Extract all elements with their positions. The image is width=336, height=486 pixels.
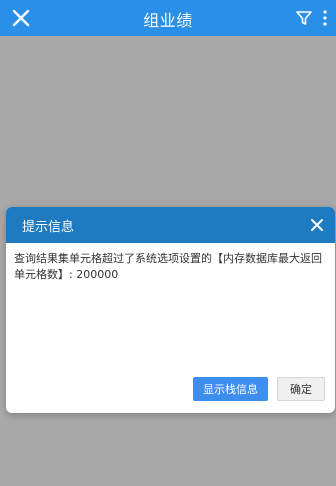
dialog-close-icon[interactable] [309, 217, 325, 233]
show-stack-info-button[interactable]: 显示栈信息 [193, 377, 268, 401]
app-root: 组业绩 提示信息 查询结果集单元格超过了系统选项设置的【内存数据库最大返回单元格… [0, 0, 336, 486]
alert-dialog: 提示信息 查询结果集单元格超过了系统选项设置的【内存数据库最大返回单元格数】: … [6, 207, 335, 413]
filter-icon[interactable] [295, 9, 313, 27]
app-header: 组业绩 [0, 0, 336, 36]
more-vertical-icon[interactable] [320, 9, 330, 27]
dialog-header: 提示信息 [6, 207, 335, 243]
page-title: 组业绩 [143, 11, 193, 30]
dialog-title: 提示信息 [22, 220, 75, 235]
dialog-message: 查询结果集单元格超过了系统选项设置的【内存数据库最大返回单元格数】: 20000… [14, 252, 322, 281]
ok-button[interactable]: 确定 [277, 377, 325, 401]
